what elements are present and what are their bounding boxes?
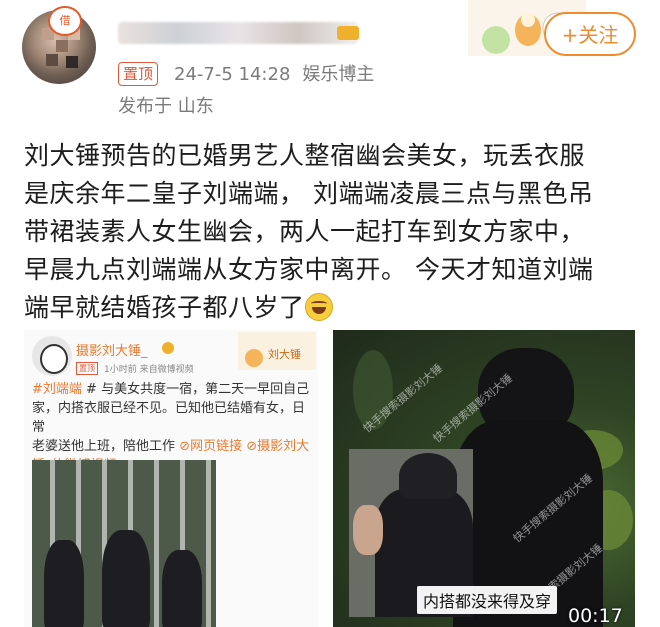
- post-body: 刘大锤预告的已婚男艺人整宿幽会美女，玩丢衣服 是庆余年二皇子刘端端， 刘端端凌晨…: [24, 137, 644, 327]
- embedded-decoration-icon: 刘大锤: [238, 332, 316, 370]
- embedded-text-span: 老婆送他上班，陪他工作: [32, 439, 176, 454]
- embedded-pinned-badge: 置顶: [76, 362, 98, 375]
- vip-badge-icon: [337, 26, 359, 40]
- hashtag-link[interactable]: #刘端端: [32, 382, 82, 397]
- post-location: 发布于 山东: [118, 96, 214, 117]
- author-name-blurred[interactable]: [118, 22, 358, 44]
- embedded-text-line: 家，内搭衣服已经不见。已知他已结婚有女，日常: [32, 399, 312, 437]
- post-body-line: 端早就结婚孩子都八岁了: [24, 293, 305, 322]
- video-timecode: 00:17: [568, 605, 623, 627]
- post-body-line: 带裙装素人女生幽会，两人一起打车到女方家中，: [24, 217, 586, 246]
- web-link[interactable]: 网页链接: [190, 439, 246, 454]
- embedded-author-name: 摄影刘大锤_: [76, 344, 148, 359]
- embedded-text-span: # 与美女共度一宿，第二天一早回自己: [81, 382, 310, 397]
- vip-badge-icon: [162, 342, 174, 354]
- post-datetime: 24-7-5 14:28: [174, 64, 291, 85]
- post-body-line: 刘大锤预告的已婚男艺人整宿幽会美女，玩丢衣服: [24, 141, 586, 170]
- post-body-line: 早晨九点刘端端从女方家中离开。 今天才知道刘端: [24, 255, 594, 284]
- link-icon: ⊘: [179, 439, 191, 454]
- pinned-badge: 置顶: [118, 62, 159, 86]
- embedded-decoration-label: 刘大锤: [268, 347, 301, 361]
- post-source[interactable]: 娱乐博主: [302, 64, 374, 85]
- post-meta: 24-7-5 14:28 娱乐博主: [174, 60, 374, 86]
- embedded-post-image[interactable]: 摄影刘大锤_ 置顶 1小时前 来自微博视频 刘大锤 #刘端端 # 与美女共度一宿…: [24, 330, 318, 627]
- embedded-time: 1小时前 来自微博视频: [104, 365, 194, 375]
- post-body-last-line: 端早就结婚孩子都八岁了: [24, 289, 644, 327]
- follow-button[interactable]: +关注: [544, 12, 636, 56]
- embedded-text-line: #刘端端 # 与美女共度一宿，第二天一早回自己: [32, 380, 312, 399]
- post-header: 借 置顶 24-7-5 14:28 娱乐博主 发布于 山东 +关注: [0, 0, 660, 130]
- link-icon: ⊘: [246, 439, 258, 454]
- video-subtitle: 内搭都没来得及穿: [417, 586, 558, 614]
- laughing-emoji-icon: [304, 293, 333, 321]
- embedded-photo: [32, 460, 216, 627]
- avatar-badge: 借: [48, 6, 82, 36]
- embedded-text-span: 家，内搭衣服已经不见。已知他已结婚有女，日常: [32, 401, 306, 435]
- post-body-line: 是庆余年二皇子刘端端， 刘端端凌晨三点与黑色吊: [24, 179, 594, 208]
- embedded-author-avatar: [32, 336, 72, 376]
